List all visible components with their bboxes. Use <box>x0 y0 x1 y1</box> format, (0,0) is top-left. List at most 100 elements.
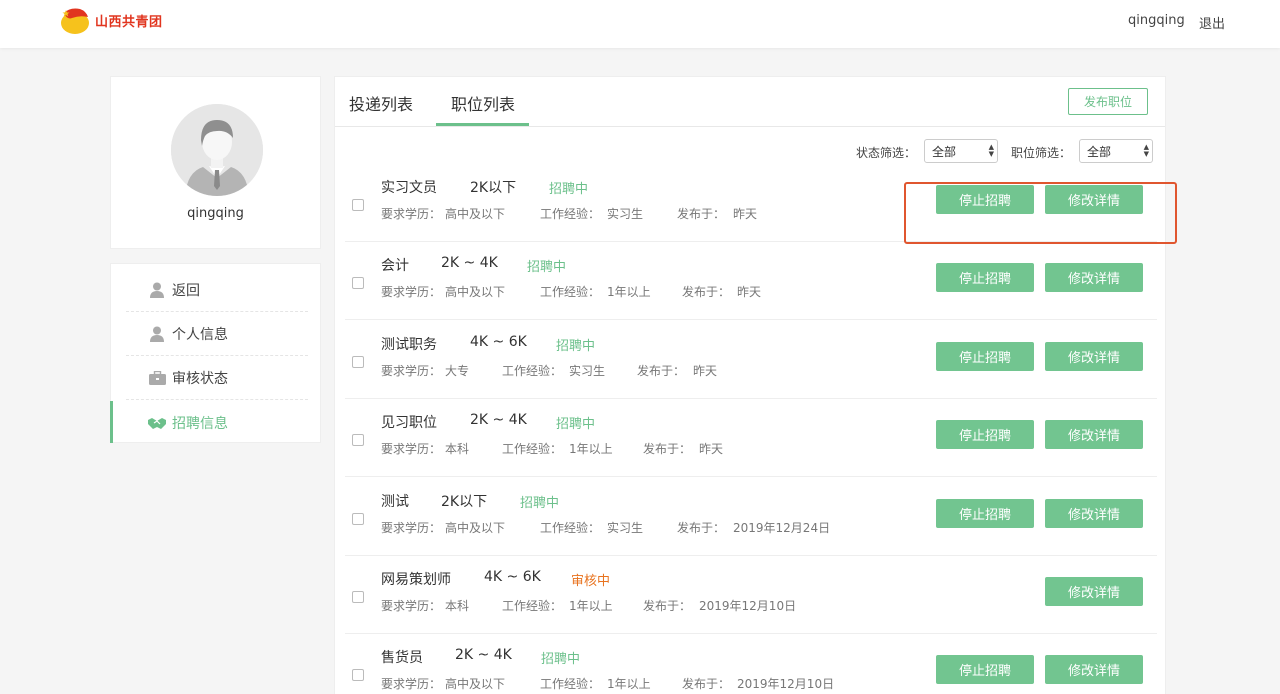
education-value: 高中及以下 <box>445 207 506 221</box>
sidebar-item-back[interactable]: 返回 <box>126 268 308 312</box>
sidebar-item-recruitment[interactable]: 招聘信息 <box>126 401 308 445</box>
experience-label: 工作经验： <box>540 207 601 221</box>
published-value: 昨天 <box>699 442 724 456</box>
job-status-badge: 招聘中 <box>520 496 560 511</box>
experience-value: 1年以上 <box>607 285 651 299</box>
education-label: 要求学历： <box>381 207 442 221</box>
job-title: 网易策划师 <box>381 572 451 588</box>
edit-details-button[interactable]: 修改详情 <box>1045 499 1143 528</box>
experience-value: 实习生 <box>607 521 644 535</box>
job-status-badge: 招聘中 <box>556 417 596 432</box>
row-checkbox[interactable] <box>352 669 364 681</box>
job-row: 售货员 2K ~ 4K 招聘中 要求学历： 高中及以下 工作经验： 1年以上 发布于： 2019… <box>345 634 1157 694</box>
published-label: 发布于： <box>677 521 726 535</box>
sidebar-menu: 返回 个人信息 审核状态 招聘信息 <box>110 263 321 443</box>
row-checkbox[interactable] <box>352 434 364 446</box>
sidebar-item-label: 返回 <box>172 282 200 299</box>
active-indicator <box>110 401 113 443</box>
row-checkbox[interactable] <box>352 277 364 289</box>
job-title: 会计 <box>381 258 409 274</box>
stop-recruiting-button[interactable]: 停止招聘 <box>936 499 1034 528</box>
row-checkbox[interactable] <box>352 513 364 525</box>
published-value: 2019年12月10日 <box>699 599 797 613</box>
job-salary: 2K以下 <box>470 180 517 196</box>
tab-bar: 投递列表 职位列表 发布职位 <box>335 77 1165 127</box>
experience-value: 1年以上 <box>569 599 613 613</box>
select-arrows-icon: ▲ ▼ <box>988 143 994 158</box>
edit-details-button[interactable]: 修改详情 <box>1045 655 1143 684</box>
education-value: 高中及以下 <box>445 521 506 535</box>
job-salary: 4K ~ 6K <box>470 334 527 350</box>
edit-details-button[interactable]: 修改详情 <box>1045 577 1143 606</box>
job-status-badge: 招聘中 <box>527 260 567 275</box>
briefcase-icon <box>148 370 166 386</box>
highlight-annotation <box>904 182 1177 244</box>
user-icon <box>148 282 166 298</box>
job-salary: 2K ~ 4K <box>470 412 527 428</box>
job-status-badge: 审核中 <box>571 574 611 589</box>
job-salary: 2K以下 <box>441 494 488 510</box>
stop-recruiting-button[interactable]: 停止招聘 <box>936 263 1034 292</box>
education-label: 要求学历： <box>381 677 442 691</box>
experience-label: 工作经验： <box>540 521 601 535</box>
publish-position-button[interactable]: 发布职位 <box>1068 88 1148 115</box>
sidebar-item-label: 招聘信息 <box>172 416 228 432</box>
experience-label: 工作经验： <box>540 677 601 691</box>
logo[interactable]: 山西共青团 <box>58 3 163 37</box>
job-row: 测试 2K以下 招聘中 要求学历： 高中及以下 工作经验： 实习生 发布于： 2019年12月2… <box>345 478 1157 556</box>
row-checkbox[interactable] <box>352 356 364 368</box>
position-filter-label: 职位筛选： <box>1011 146 1072 160</box>
edit-details-button[interactable]: 修改详情 <box>1045 420 1143 449</box>
sidebar-item-label: 个人信息 <box>172 326 228 343</box>
top-header: 山西共青团 qingqing 退出 <box>0 0 1280 48</box>
experience-label: 工作经验： <box>502 364 563 378</box>
row-checkbox[interactable] <box>352 591 364 603</box>
published-value: 2019年12月24日 <box>733 521 831 535</box>
job-salary: 2K ~ 4K <box>455 647 512 663</box>
published-label: 发布于： <box>643 599 692 613</box>
published-value: 昨天 <box>733 207 758 221</box>
tab-applications[interactable]: 投递列表 <box>349 91 413 115</box>
select-arrows-icon: ▲ ▼ <box>1143 143 1149 158</box>
job-title: 见习职位 <box>381 415 437 431</box>
stop-recruiting-button[interactable]: 停止招聘 <box>936 655 1034 684</box>
education-value: 本科 <box>445 599 470 613</box>
education-label: 要求学历： <box>381 285 442 299</box>
sidebar-item-label: 审核状态 <box>172 370 228 387</box>
tab-positions[interactable]: 职位列表 <box>451 91 515 115</box>
job-salary: 4K ~ 6K <box>484 569 541 585</box>
youth-league-emblem-icon <box>58 3 92 37</box>
sidebar-item-review-status[interactable]: 审核状态 <box>126 356 308 400</box>
experience-value: 实习生 <box>569 364 606 378</box>
main-panel: 投递列表 职位列表 发布职位 状态筛选： 全部 ▲ ▼ 职位筛选： 全部 ▲ ▼ 实… <box>334 76 1166 694</box>
handshake-icon <box>148 415 166 431</box>
job-row: 会计 2K ~ 4K 招聘中 要求学历： 高中及以下 工作经验： 1年以上 发布于： 昨天 停止招… <box>345 242 1157 320</box>
person-silhouette-icon <box>171 104 263 196</box>
job-row: 测试职务 4K ~ 6K 招聘中 要求学历： 大专 工作经验： 实习生 发布于： 昨天 停止招聘修… <box>345 321 1157 399</box>
profile-name: qingqing <box>187 206 244 221</box>
experience-label: 工作经验： <box>502 442 563 456</box>
logout-link[interactable]: 退出 <box>1199 13 1225 32</box>
header-username[interactable]: qingqing <box>1128 13 1185 28</box>
position-filter-value: 全部 <box>1087 144 1112 159</box>
sidebar-item-personal-info[interactable]: 个人信息 <box>126 312 308 356</box>
active-tab-underline <box>436 123 529 126</box>
published-label: 发布于： <box>682 677 731 691</box>
experience-value: 1年以上 <box>569 442 613 456</box>
experience-value: 1年以上 <box>607 677 651 691</box>
status-filter-value: 全部 <box>932 144 957 159</box>
status-filter-select[interactable]: 全部 ▲ ▼ <box>924 139 998 163</box>
job-status-badge: 招聘中 <box>541 652 581 667</box>
published-label: 发布于： <box>682 285 731 299</box>
row-checkbox[interactable] <box>352 199 364 211</box>
job-title: 实习文员 <box>381 180 437 196</box>
edit-details-button[interactable]: 修改详情 <box>1045 263 1143 292</box>
stop-recruiting-button[interactable]: 停止招聘 <box>936 342 1034 371</box>
edit-details-button[interactable]: 修改详情 <box>1045 342 1143 371</box>
published-label: 发布于： <box>643 442 692 456</box>
position-filter-select[interactable]: 全部 ▲ ▼ <box>1079 139 1153 163</box>
job-title: 售货员 <box>381 650 423 666</box>
published-value: 昨天 <box>737 285 762 299</box>
stop-recruiting-button[interactable]: 停止招聘 <box>936 420 1034 449</box>
job-title: 测试 <box>381 494 409 510</box>
